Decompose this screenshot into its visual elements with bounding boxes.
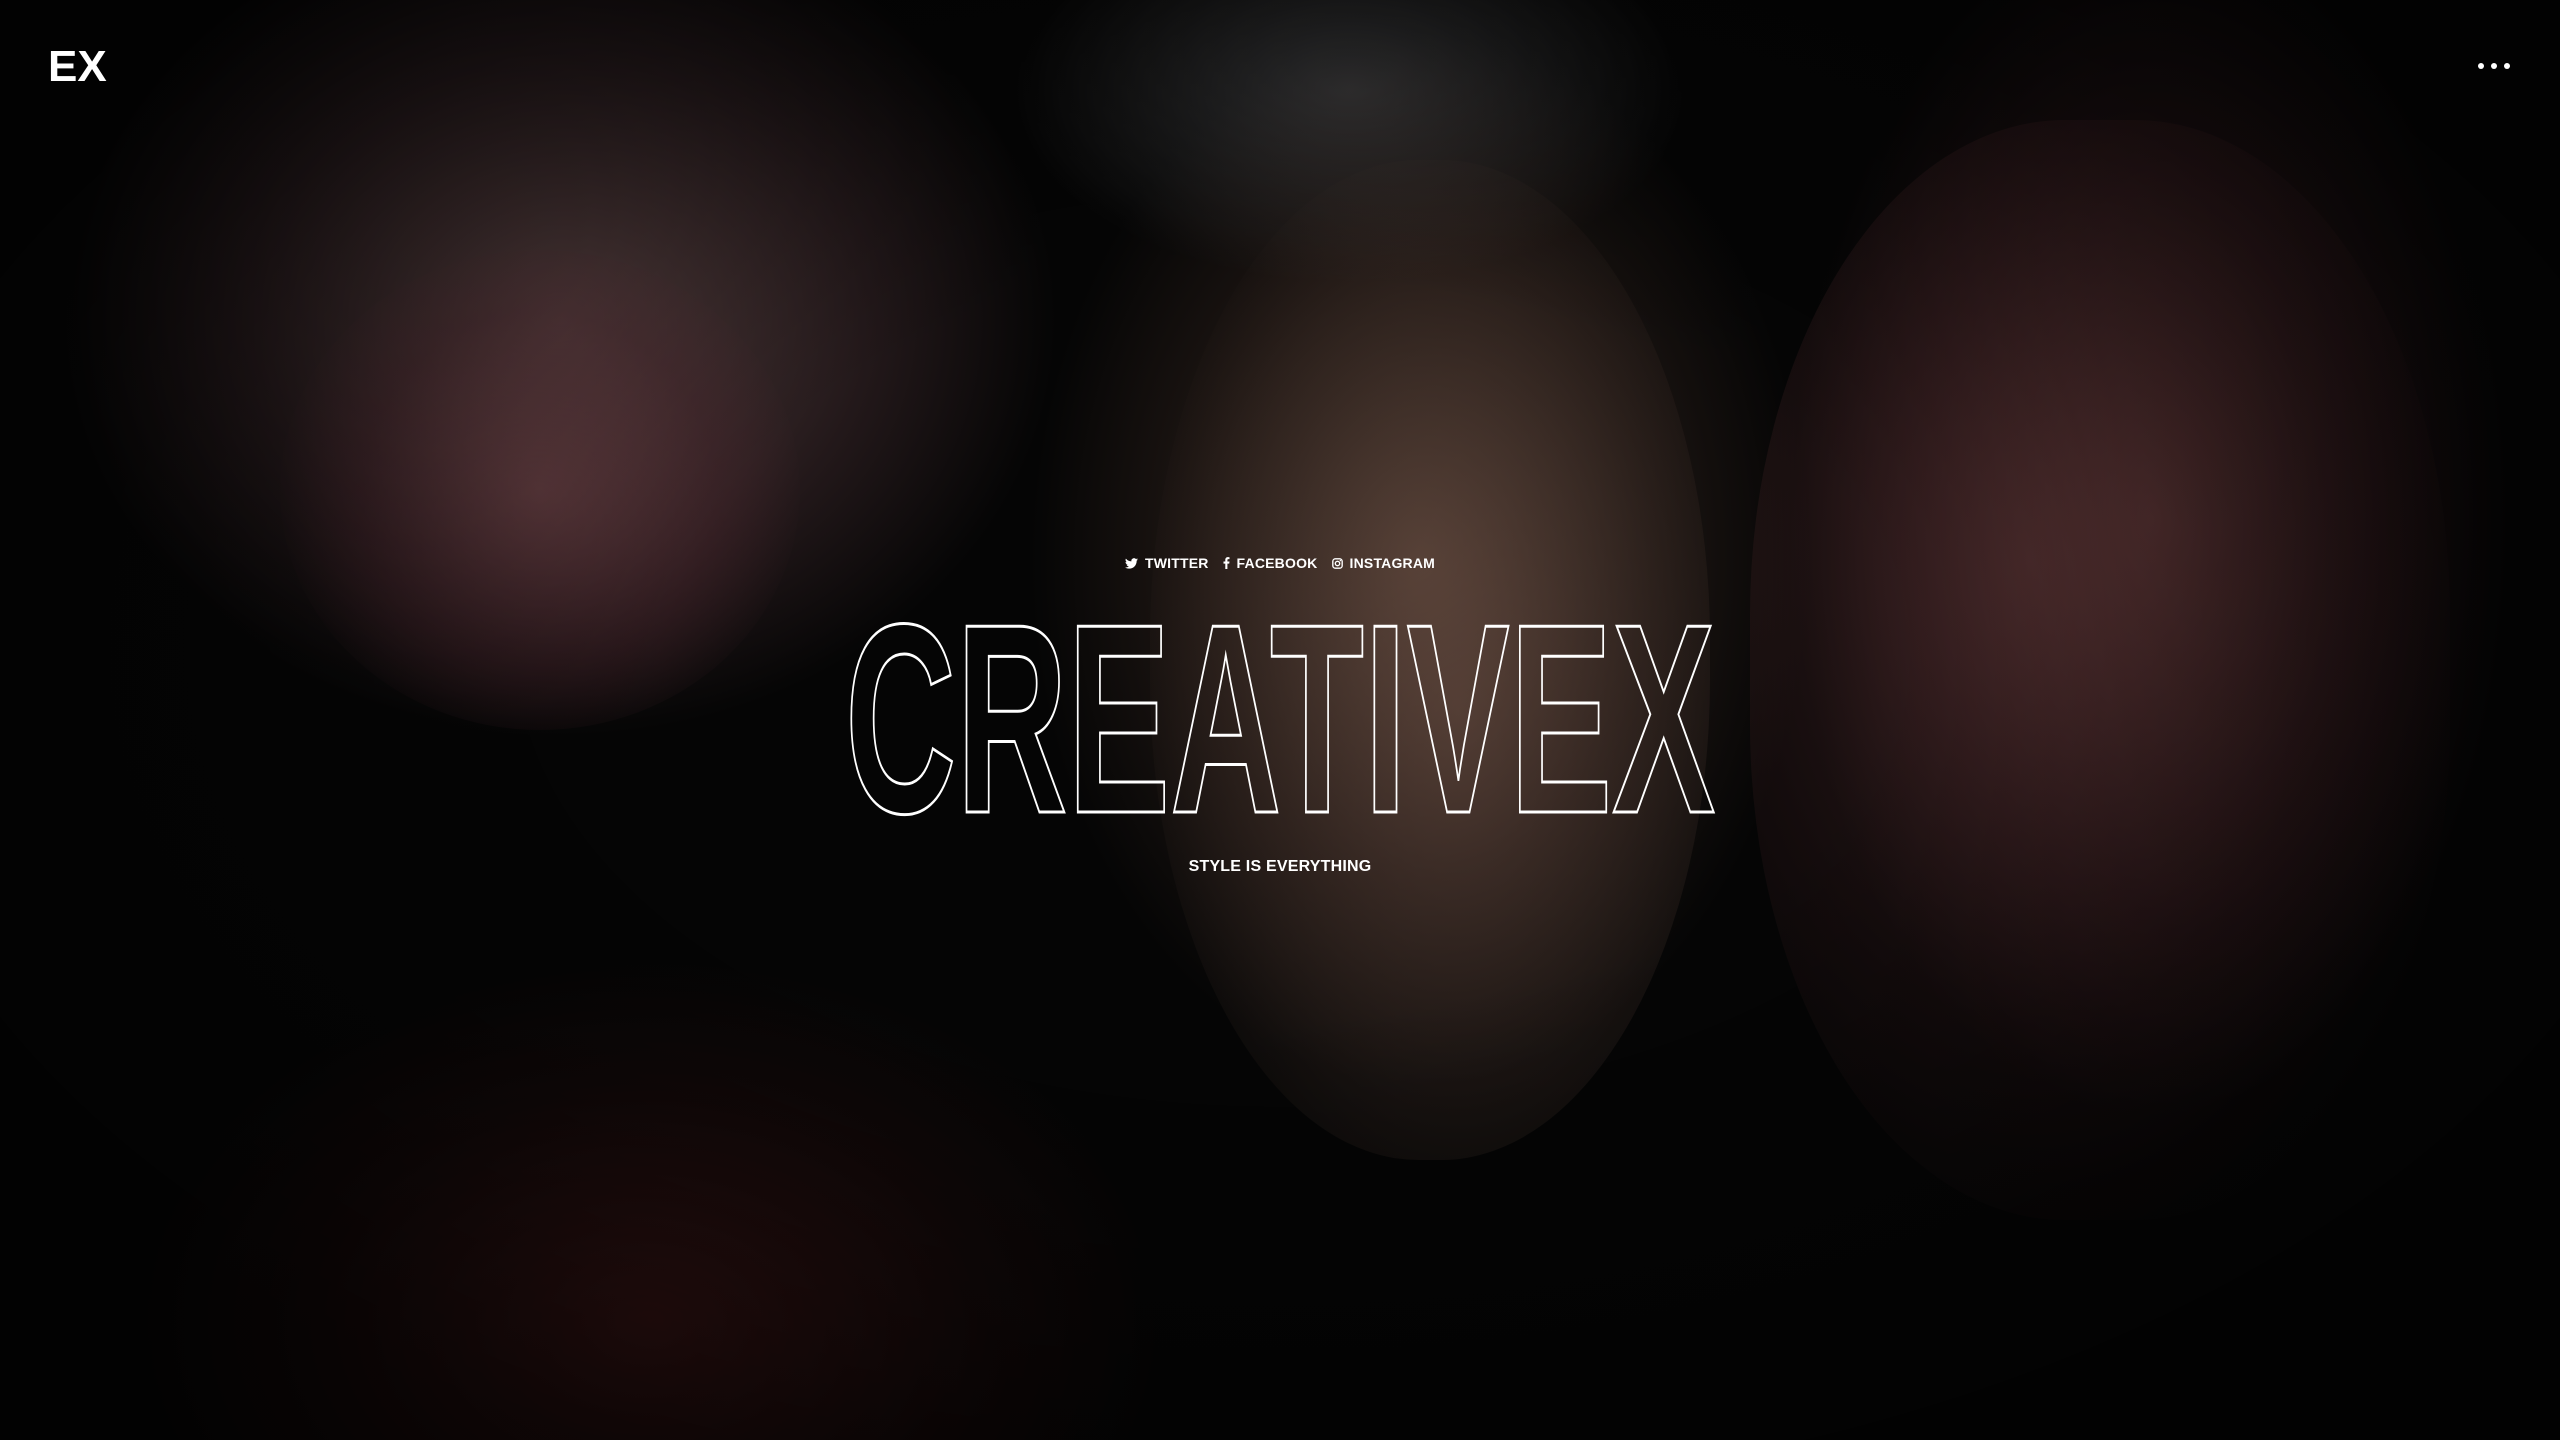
instagram-icon <box>1331 557 1343 569</box>
social-link-twitter[interactable]: TWITTER <box>1124 555 1209 571</box>
social-link-label: TWITTER <box>1144 555 1209 571</box>
facebook-icon <box>1223 557 1230 569</box>
social-link-label: INSTAGRAM <box>1349 555 1436 571</box>
social-link-instagram[interactable]: INSTAGRAM <box>1331 555 1436 571</box>
social-link-facebook[interactable]: FACEBOOK <box>1223 555 1318 571</box>
logo-icon: EX <box>48 42 107 91</box>
hero-tagline: STYLE IS EVERYTHING <box>1188 858 1372 875</box>
svg-text:EX: EX <box>48 44 107 86</box>
site-logo[interactable]: EX <box>48 42 110 91</box>
hero-title-text: CREATIVEX <box>845 600 1716 840</box>
social-link-label: FACEBOOK <box>1236 555 1318 571</box>
more-horizontal-icon <box>2478 63 2510 69</box>
social-links: TWITTER FACEBOOK INSTAGRAM <box>0 555 2560 571</box>
twitter-icon <box>1124 557 1138 569</box>
menu-button[interactable] <box>2474 54 2514 78</box>
hero-title: CREATIVEX <box>844 600 1718 840</box>
